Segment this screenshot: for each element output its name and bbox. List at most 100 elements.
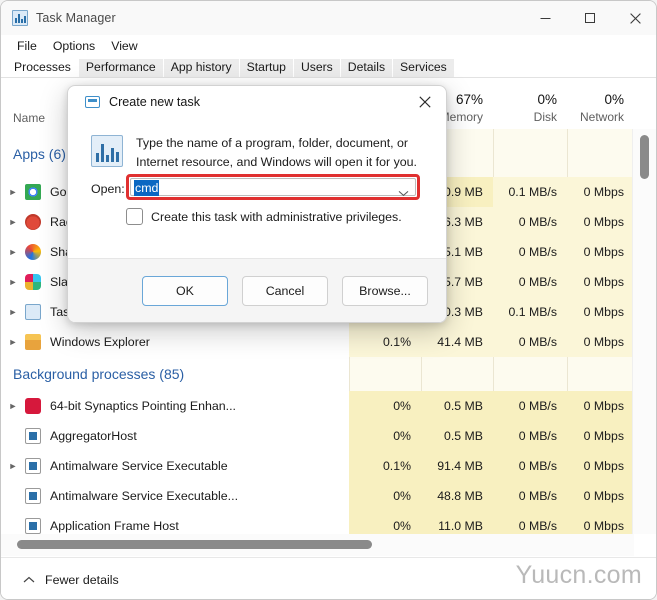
task-manager-icon	[25, 304, 41, 320]
table-row[interactable]: AggregatorHost 0% 0.5 MB 0 MB/s 0 Mbps	[1, 421, 634, 451]
process-name: Antimalware Service Executable	[50, 459, 228, 473]
admin-privileges-label: Create this task with administrative pri…	[151, 209, 402, 224]
cell-disk: 0 MB/s	[493, 481, 567, 511]
tab-services[interactable]: Services	[393, 59, 454, 77]
cell-network: 0 Mbps	[567, 177, 634, 207]
expander-chevron-icon[interactable]: ►	[1, 267, 25, 297]
tab-app-history[interactable]: App history	[163, 59, 239, 77]
generic-app-icon	[25, 488, 41, 504]
combobox-inner	[130, 178, 416, 196]
column-header-disk[interactable]: 0% Disk	[493, 91, 567, 125]
dialog-title: Create new task	[109, 95, 200, 109]
expander-chevron-icon[interactable]: ►	[1, 207, 25, 237]
admin-privileges-checkbox-row[interactable]: Create this task with administrative pri…	[126, 208, 402, 225]
table-row[interactable]: ► Windows Explorer 0.1% 41.4 MB 0 MB/s 0…	[1, 327, 634, 357]
folder-icon	[25, 334, 41, 350]
cell-cpu: 0.1%	[349, 451, 421, 481]
window-controls	[523, 1, 656, 35]
tab-users[interactable]: Users	[293, 59, 340, 77]
menu-item-options[interactable]: Options	[45, 37, 103, 55]
expander-chevron-icon[interactable]: ►	[1, 237, 25, 267]
tab-startup[interactable]: Startup	[239, 59, 293, 77]
cell-cpu: 0.1%	[349, 327, 421, 357]
maximize-icon[interactable]	[568, 1, 613, 35]
tab-details[interactable]: Details	[340, 59, 393, 77]
dialog-close-icon[interactable]	[404, 86, 446, 118]
admin-privileges-checkbox[interactable]	[126, 208, 143, 225]
close-icon[interactable]	[613, 1, 656, 35]
column-header-name[interactable]: Name	[13, 111, 45, 125]
fewer-details-label: Fewer details	[45, 572, 119, 587]
cell-disk: 0 MB/s	[493, 421, 567, 451]
tab-processes[interactable]: Processes	[7, 59, 78, 77]
cell-network: 0 Mbps	[567, 297, 634, 327]
vertical-scrollbar-thumb[interactable]	[640, 135, 649, 179]
cell-memory: 48.8 MB	[421, 481, 493, 511]
expander-chevron-icon[interactable]: ►	[1, 327, 25, 357]
cell-cpu: 0%	[349, 391, 421, 421]
synaptics-icon	[25, 398, 41, 414]
open-label: Open:	[91, 182, 125, 196]
dialog-footer: OK Cancel Browse...	[68, 258, 446, 322]
expander-chevron-icon[interactable]: ►	[1, 297, 25, 327]
cell-network: 0 Mbps	[567, 391, 634, 421]
minimize-icon[interactable]	[523, 1, 568, 35]
open-input-value[interactable]: cmd	[134, 180, 160, 196]
chevron-up-icon	[23, 571, 35, 589]
horizontal-scrollbar[interactable]	[1, 534, 634, 556]
cell-network: 0 Mbps	[567, 421, 634, 451]
vertical-scrollbar[interactable]	[632, 129, 656, 534]
cell-disk: 0 MB/s	[493, 511, 567, 534]
cell-disk: 0.1 MB/s	[493, 297, 567, 327]
cell-cpu: 0%	[349, 481, 421, 511]
new-task-icon	[85, 96, 100, 108]
table-row[interactable]: Application Frame Host 0% 11.0 MB 0 MB/s…	[1, 511, 634, 534]
cell-network: 0 Mbps	[567, 511, 634, 534]
process-name: Antimalware Service Executable...	[50, 489, 239, 503]
browse-button[interactable]: Browse...	[342, 275, 428, 306]
generic-app-icon	[25, 428, 41, 444]
dialog-body: Type the name of a program, folder, docu…	[68, 118, 446, 258]
task-manager-window: Task Manager File Options View Processes…	[0, 0, 657, 600]
menu-item-view[interactable]: View	[103, 37, 145, 55]
radeon-icon	[25, 214, 41, 230]
expander-chevron-icon[interactable]: ►	[1, 177, 25, 207]
watermark: Yuucn.com	[515, 561, 642, 589]
expander-chevron-icon[interactable]: ►	[1, 391, 25, 421]
generic-app-icon	[25, 458, 41, 474]
cell-disk: 0 MB/s	[493, 327, 567, 357]
chevron-down-icon[interactable]	[398, 184, 409, 202]
cell-disk: 0 MB/s	[493, 391, 567, 421]
group-header-background-processes[interactable]: Background processes (85)	[1, 357, 634, 391]
cancel-button[interactable]: Cancel	[242, 275, 328, 306]
table-row[interactable]: ► Antimalware Service Executable 0.1% 91…	[1, 451, 634, 481]
cell-disk: 0 MB/s	[493, 267, 567, 297]
cell-cpu: 0%	[349, 511, 421, 534]
fewer-details-button[interactable]: Fewer details	[15, 567, 127, 593]
edge-icon	[25, 244, 41, 260]
ok-button[interactable]: OK	[142, 275, 228, 306]
table-row[interactable]: ► 64-bit Synaptics Pointing Enhan... 0% …	[1, 391, 634, 421]
tab-performance[interactable]: Performance	[78, 59, 163, 77]
open-combobox[interactable]: cmd	[126, 174, 420, 200]
dialog-description: Type the name of a program, folder, docu…	[136, 136, 417, 169]
expander-chevron-icon[interactable]: ►	[1, 451, 25, 481]
menu-item-file[interactable]: File	[9, 37, 45, 55]
cell-disk: 0 MB/s	[493, 207, 567, 237]
cell-disk: 0 MB/s	[493, 237, 567, 267]
slack-icon	[25, 274, 41, 290]
cell-memory: 91.4 MB	[421, 451, 493, 481]
title-bar: Task Manager	[1, 1, 656, 35]
cell-memory: 0.5 MB	[421, 421, 493, 451]
cell-memory: 0.5 MB	[421, 391, 493, 421]
process-name: Windows Explorer	[50, 335, 150, 349]
cell-memory: 11.0 MB	[421, 511, 493, 534]
table-row[interactable]: Antimalware Service Executable... 0% 48.…	[1, 481, 634, 511]
menu-bar: File Options View	[1, 35, 656, 57]
dialog-title-bar: Create new task	[68, 86, 446, 118]
horizontal-scrollbar-thumb[interactable]	[17, 540, 372, 549]
window-title: Task Manager	[36, 11, 116, 25]
chrome-icon	[25, 184, 41, 200]
column-header-network[interactable]: 0% Network	[567, 91, 634, 125]
task-manager-icon	[12, 10, 28, 26]
